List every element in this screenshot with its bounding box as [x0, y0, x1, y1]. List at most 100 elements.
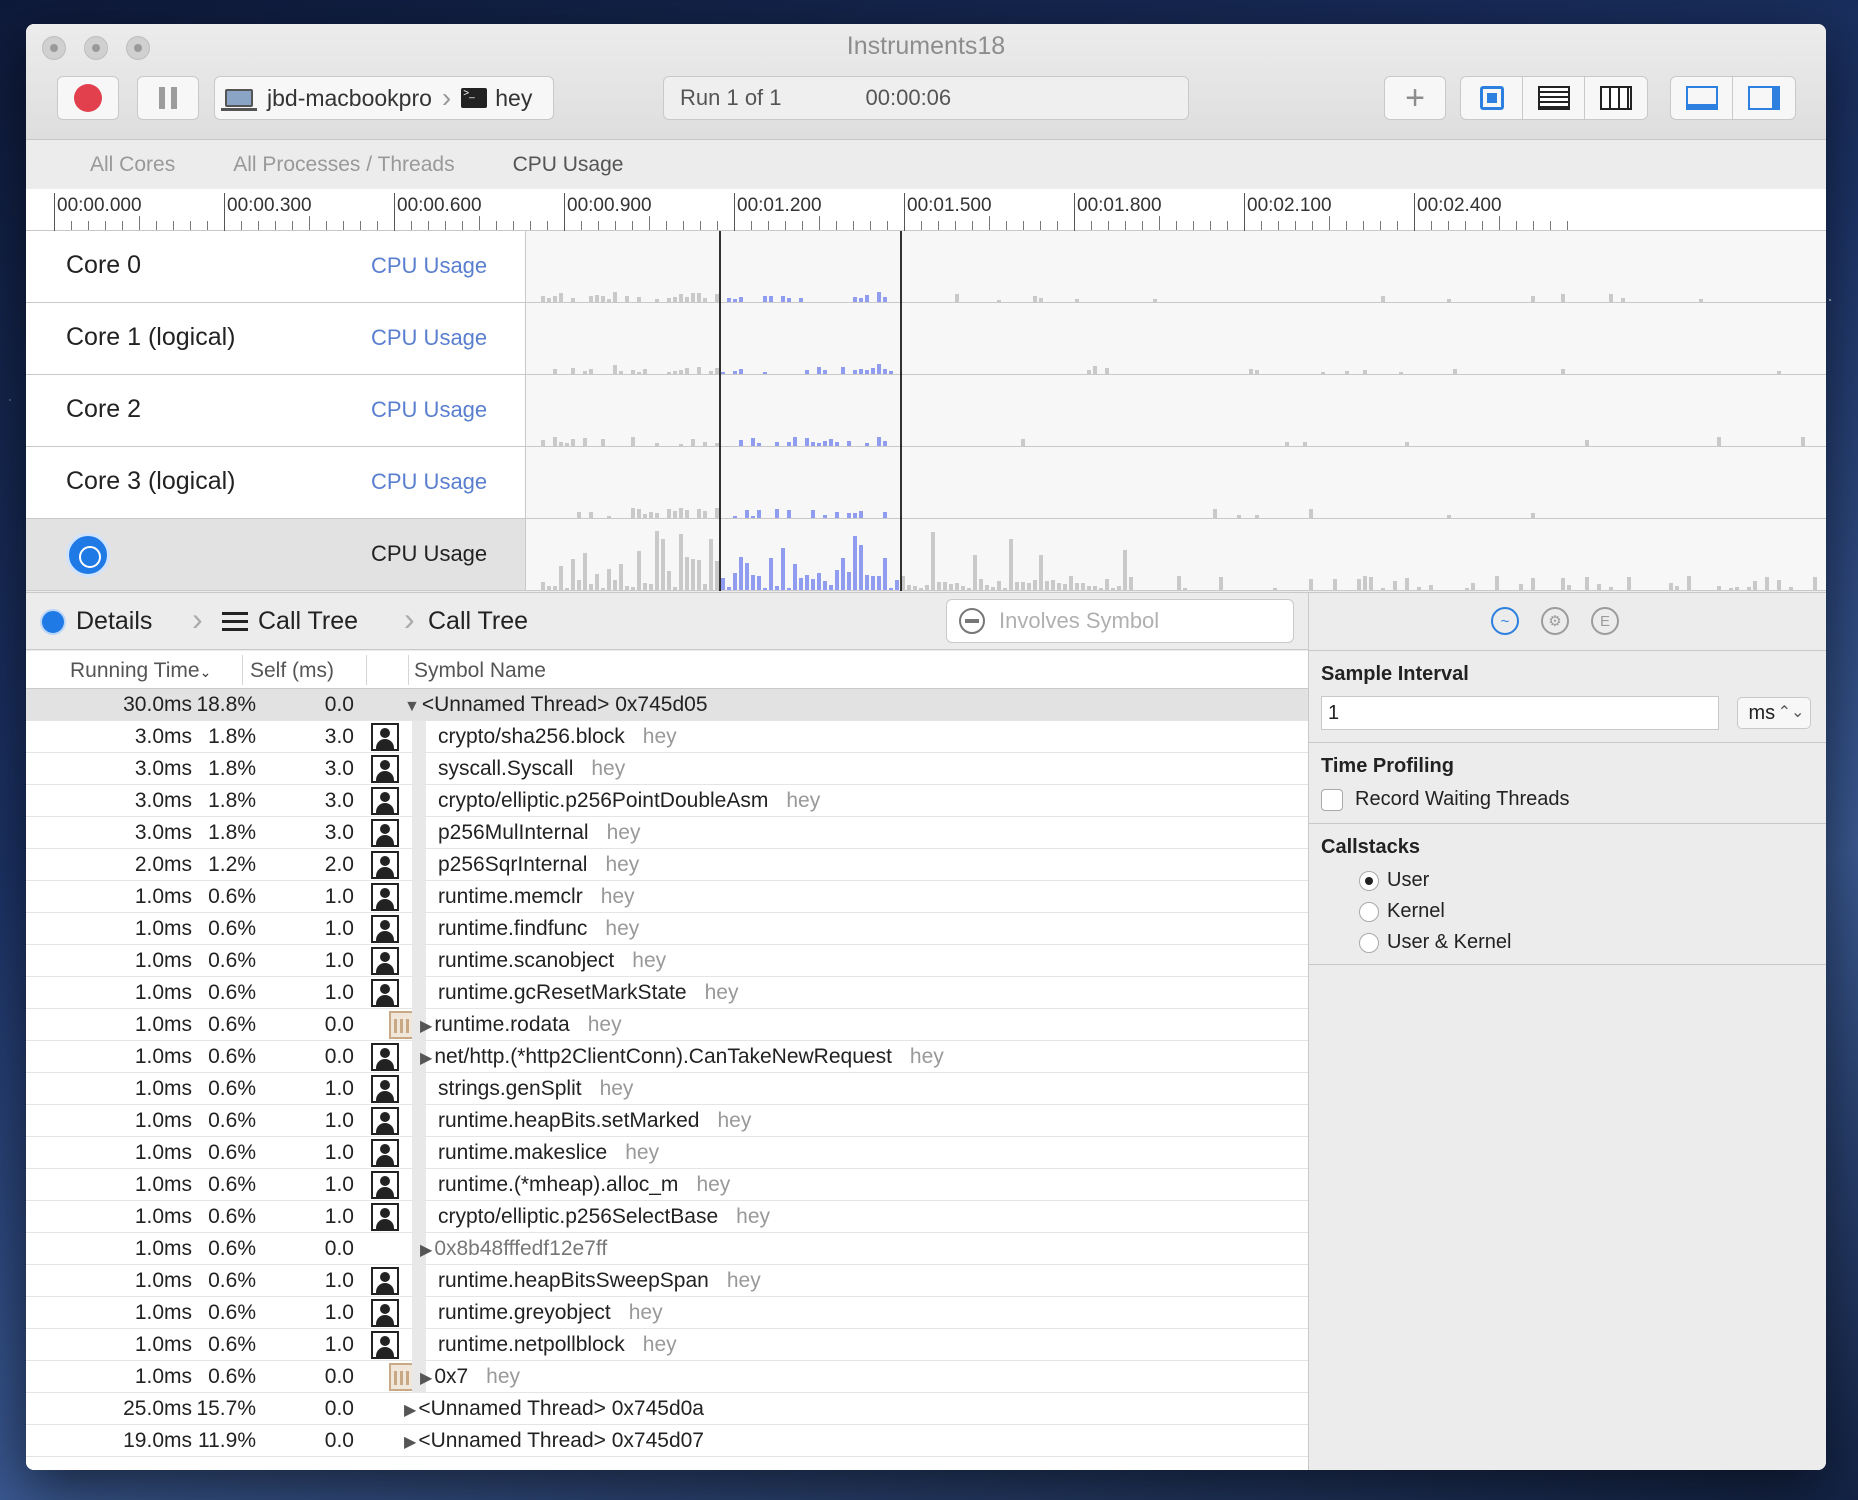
ruler-minor-tick: [547, 221, 548, 230]
indent-guide: [412, 977, 426, 1009]
self-time: 0.0: [324, 1397, 354, 1420]
table-row[interactable]: 1.0ms 0.6% 0.0 ▶0x8b48fffedf12e7ff: [26, 1233, 1308, 1265]
disclosure-closed-icon[interactable]: ▶: [404, 1402, 416, 1419]
table-row[interactable]: 3.0ms 1.8% 3.0 p256MulInternal hey: [26, 817, 1308, 849]
disclosure-closed-icon[interactable]: ▶: [420, 1050, 432, 1067]
symbol-name: strings.genSplit: [438, 1077, 582, 1100]
col-symbol[interactable]: Symbol Name: [414, 659, 546, 683]
scope-all-cores[interactable]: All Cores: [90, 153, 175, 177]
table-row[interactable]: 2.0ms 1.2% 2.0 p256SqrInternal hey: [26, 849, 1308, 881]
cpu-usage-bar: [649, 512, 653, 518]
cpu-usage-bar: [541, 582, 545, 590]
ruler-minor-tick: [1159, 216, 1160, 230]
track-graph[interactable]: [527, 447, 1826, 518]
radio-kernel[interactable]: Kernel: [1359, 900, 1814, 923]
laptop-icon: [221, 89, 257, 111]
cpu-usage-bar: [859, 298, 863, 302]
record-waiting-checkbox[interactable]: Record Waiting Threads: [1321, 788, 1814, 811]
table-row[interactable]: 1.0ms 0.6% 1.0 runtime.greyobject hey: [26, 1297, 1308, 1329]
table-row[interactable]: 1.0ms 0.6% 1.0 runtime.memclr hey: [26, 881, 1308, 913]
symbol-name: runtime.rodata: [434, 1013, 570, 1036]
table-row[interactable]: 1.0ms 0.6% 1.0 crypto/elliptic.p256SelectBa…: [26, 1201, 1308, 1233]
indent-guide: [412, 849, 426, 881]
table-row[interactable]: 1.0ms 0.6% 1.0 runtime.netpollblock hey: [26, 1329, 1308, 1361]
symbol-name: runtime.makeslice: [438, 1141, 608, 1164]
cpu-view-button[interactable]: [1461, 77, 1523, 119]
device-name: jbd-macbookpro: [267, 84, 432, 111]
scope-all-processes[interactable]: All Processes / Threads: [233, 153, 454, 177]
cpu-usage-bar: [1363, 370, 1367, 374]
track-graph[interactable]: [527, 231, 1826, 302]
track-graph[interactable]: [527, 303, 1826, 374]
track-core-0[interactable]: Core 0 CPU Usage: [26, 231, 1826, 303]
table-row[interactable]: 3.0ms 1.8% 3.0 crypto/elliptic.p256PointDou…: [26, 785, 1308, 817]
disclosure-closed-icon[interactable]: ▶: [420, 1018, 432, 1035]
table-row[interactable]: 3.0ms 1.8% 3.0 syscall.Syscall hey: [26, 753, 1308, 785]
extended-detail-icon[interactable]: E: [1591, 607, 1619, 635]
add-instrument-button[interactable]: +: [1384, 76, 1446, 120]
self-time: 0.0: [324, 693, 354, 716]
target-selector[interactable]: jbd-macbookpro › >_ hey: [214, 76, 554, 120]
track-core-2[interactable]: Core 2 CPU Usage: [26, 375, 1826, 447]
involves-symbol-search[interactable]: Involves Symbol: [946, 599, 1294, 643]
track-instrument[interactable]: CPU Usage: [371, 325, 487, 351]
track-core-1[interactable]: Core 1 (logical) CPU Usage: [26, 303, 1826, 375]
run-status[interactable]: Run 1 of 1 00:00:06: [663, 76, 1189, 120]
table-row[interactable]: 1.0ms 0.6% 1.0 runtime.gcResetMarkState hey: [26, 977, 1308, 1009]
scope-cpu-usage[interactable]: CPU Usage: [513, 153, 624, 177]
toggle-detail-button[interactable]: [1671, 77, 1733, 119]
table-row[interactable]: 1.0ms 0.6% 0.0 ▶0x7 hey: [26, 1361, 1308, 1393]
call-tree-crumb[interactable]: Call Tree: [222, 607, 358, 636]
list-view-button[interactable]: [1523, 77, 1585, 119]
track-instrument[interactable]: CPU Usage: [371, 541, 487, 567]
grid-view-button[interactable]: [1585, 77, 1647, 119]
cpu-usage-bar: [1111, 588, 1115, 590]
pause-button[interactable]: [137, 76, 199, 120]
table-row[interactable]: 1.0ms 0.6% 1.0 runtime.scanobject hey: [26, 945, 1308, 977]
sample-interval-field[interactable]: 1: [1321, 696, 1719, 730]
table-row[interactable]: 1.0ms 0.6% 1.0 runtime.heapBitsSweepSpan hey: [26, 1265, 1308, 1297]
disclosure-open-icon[interactable]: ▼: [404, 698, 420, 715]
table-row[interactable]: 1.0ms 0.6% 1.0 runtime.findfunc hey: [26, 913, 1308, 945]
table-row[interactable]: 1.0ms 0.6% 1.0 strings.genSplit hey: [26, 1073, 1308, 1105]
table-row[interactable]: 1.0ms 0.6% 1.0 runtime.(*mheap).alloc_m hey: [26, 1169, 1308, 1201]
details-crumb[interactable]: Details: [40, 607, 152, 636]
track-instrument[interactable]: CPU Usage: [371, 397, 487, 423]
cpu-usage-bar: [715, 443, 719, 446]
cpu-usage-bar: [1561, 369, 1565, 374]
radio-user[interactable]: User: [1359, 869, 1814, 892]
track-core-3[interactable]: Core 3 (logical) CPU Usage: [26, 447, 1826, 519]
track-graph[interactable]: [527, 375, 1826, 446]
record-settings-icon[interactable]: ~: [1491, 607, 1519, 635]
cpu-usage-bar: [667, 372, 671, 374]
column-divider[interactable]: [242, 655, 243, 685]
table-row[interactable]: 19.0ms 11.9% 0.0 ▶<Unnamed Thread> 0x745d07: [26, 1425, 1308, 1457]
gear-icon[interactable]: ⚙: [1541, 607, 1569, 635]
column-divider[interactable]: [366, 655, 367, 685]
table-row[interactable]: 3.0ms 1.8% 3.0 crypto/sha256.block hey: [26, 721, 1308, 753]
table-row[interactable]: 1.0ms 0.6% 0.0 ▶net/http.(*http2ClientConn)…: [26, 1041, 1308, 1073]
cpu-usage-bar: [925, 585, 929, 590]
radio-dot: [1359, 901, 1379, 922]
table-row[interactable]: 25.0ms 15.7% 0.0 ▶<Unnamed Thread> 0x745d0a: [26, 1393, 1308, 1425]
col-self[interactable]: Self (ms): [250, 659, 334, 683]
table-row[interactable]: 1.0ms 0.6% 1.0 runtime.heapBits.setMarked he…: [26, 1105, 1308, 1137]
column-divider[interactable]: [408, 655, 409, 685]
track-process[interactable]: CPU Usage: [26, 519, 1826, 591]
table-row[interactable]: 30.0ms 18.8% 0.0 ▼<Unnamed Thread> 0x745d05: [26, 689, 1308, 721]
toggle-inspector-button[interactable]: [1733, 77, 1795, 119]
table-row[interactable]: 1.0ms 0.6% 0.0 ▶runtime.rodata hey: [26, 1009, 1308, 1041]
timeline-ruler[interactable]: 00:00.000 00:00.300 00:00.600 00:00.900 00:0…: [26, 189, 1826, 231]
radio-user-kernel[interactable]: User & Kernel: [1359, 931, 1814, 954]
track-graph[interactable]: [527, 519, 1826, 590]
record-button[interactable]: [57, 76, 119, 120]
track-instrument[interactable]: CPU Usage: [371, 469, 487, 495]
table-row[interactable]: 1.0ms 0.6% 1.0 runtime.makeslice hey: [26, 1137, 1308, 1169]
col-running-time[interactable]: Running Time⌄: [70, 659, 211, 683]
disclosure-closed-icon[interactable]: ▶: [420, 1370, 432, 1387]
call-tree-mode[interactable]: Call Tree: [428, 607, 528, 636]
unit-select[interactable]: ms ⌃⌄: [1737, 697, 1812, 729]
disclosure-closed-icon[interactable]: ▶: [404, 1434, 416, 1451]
track-instrument[interactable]: CPU Usage: [371, 253, 487, 279]
disclosure-closed-icon[interactable]: ▶: [420, 1242, 432, 1259]
